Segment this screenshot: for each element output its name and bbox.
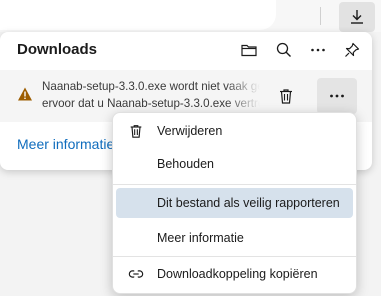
toolbar-divider xyxy=(320,7,321,25)
open-folder-button[interactable] xyxy=(237,38,261,62)
pin-panel-button[interactable] xyxy=(340,38,364,62)
menu-item-report-safe[interactable]: Dit bestand als veilig rapporteren xyxy=(116,188,353,218)
panel-more-options-button[interactable] xyxy=(306,38,330,62)
download-icon xyxy=(351,10,363,24)
download-more-actions-button[interactable] xyxy=(317,78,357,114)
menu-item-label: Downloadkoppeling kopiëren xyxy=(157,267,318,281)
address-bar[interactable] xyxy=(0,0,276,30)
more-info-link[interactable]: Meer informatie xyxy=(17,136,114,152)
menu-item-more-info[interactable]: Meer informatie xyxy=(116,223,353,253)
menu-divider xyxy=(113,256,356,257)
delete-download-button[interactable] xyxy=(273,83,299,109)
search-icon xyxy=(276,42,291,57)
trash-icon xyxy=(128,123,144,139)
search-downloads-button[interactable] xyxy=(272,38,296,62)
browser-toolbar xyxy=(0,0,381,32)
warning-icon xyxy=(18,87,32,101)
menu-item-label: Verwijderen xyxy=(157,124,223,138)
menu-item-copy-link[interactable]: Downloadkoppeling kopiëren xyxy=(116,259,353,289)
text-fade xyxy=(226,76,260,116)
trash-icon xyxy=(280,89,292,104)
link-icon xyxy=(128,266,144,282)
menu-divider xyxy=(113,184,356,185)
menu-item-delete[interactable]: Verwijderen xyxy=(116,116,353,146)
download-context-menu: Verwijderen Behouden Dit bestand als vei… xyxy=(112,112,357,294)
menu-item-keep[interactable]: Behouden xyxy=(116,149,353,179)
menu-item-label: Dit bestand als veilig rapporteren xyxy=(157,196,340,210)
browser-window: Downloads Naanab-setup-3.3.0.exe wordt n… xyxy=(0,0,381,296)
menu-item-label: Meer informatie xyxy=(157,231,244,245)
more-icon xyxy=(330,94,344,98)
menu-item-label: Behouden xyxy=(157,157,215,171)
panel-title: Downloads xyxy=(17,41,98,58)
pin-icon xyxy=(345,42,360,57)
more-icon xyxy=(311,48,325,52)
downloads-toolbar-button[interactable] xyxy=(339,2,375,32)
folder-icon xyxy=(241,44,257,57)
